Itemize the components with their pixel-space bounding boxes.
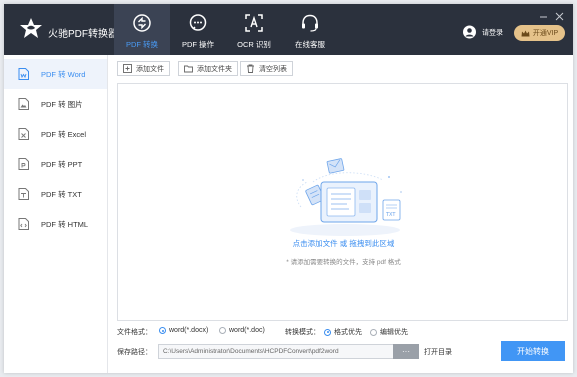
file-format-label: 文件格式：: [117, 329, 152, 336]
title-bar: 火驰PDF转换器 PDF 转换 PDF 操作 OCR 识别 在线客服 请登录 开…: [4, 4, 573, 55]
mode-radio-edit-first[interactable]: 编辑优先: [370, 327, 408, 337]
nav-tab-label: PDF 转换: [125, 40, 159, 49]
login-label: 请登录: [482, 29, 503, 36]
sidebar-item-label: PDF 转 PPT: [41, 159, 83, 169]
convert-icon: [133, 14, 151, 32]
sidebar-item-pdf-to-html[interactable]: PDF 转 HTML: [4, 209, 107, 239]
sidebar-item-label: PDF 转 Excel: [41, 129, 87, 139]
format-radio-docx[interactable]: word(*.docx): [159, 327, 208, 334]
radio-label: word(*.doc): [229, 327, 265, 334]
drop-zone-hint: * 请添加需要转换的文件，支持 pdf 格式: [286, 259, 401, 266]
mode-radio-format-first[interactable]: 格式优先: [324, 327, 362, 337]
clear-list-button[interactable]: 清空列表: [240, 61, 293, 76]
app-title: 火驰PDF转换器: [48, 29, 118, 40]
sidebar-item-label: PDF 转 TXT: [41, 189, 82, 199]
vip-button[interactable]: 开通VIP: [514, 25, 565, 41]
browse-button[interactable]: ···: [393, 344, 419, 359]
drop-zone-instruction[interactable]: 点击添加文件 或 拖拽到此区域: [118, 238, 569, 249]
minimize-icon[interactable]: [539, 12, 548, 21]
save-path-label: 保存路径：: [117, 349, 152, 356]
add-folder-button[interactable]: 添加文件夹: [178, 61, 238, 76]
chat-icon: [189, 14, 207, 31]
vip-label: 开通VIP: [532, 30, 559, 37]
convert-mode-label: 转换模式：: [285, 329, 320, 336]
sidebar-item-pdf-to-txt[interactable]: PDF 转 TXT: [4, 179, 107, 209]
nav-tab-ocr[interactable]: OCR 识别: [226, 4, 282, 55]
html-document-icon: [18, 218, 29, 230]
ppt-document-icon: [18, 158, 29, 170]
txt-badge-text: TXT: [385, 212, 396, 218]
crown-icon: [521, 30, 530, 36]
clear-list-label: 清空列表: [259, 65, 287, 73]
ocr-icon: [245, 14, 263, 32]
radio-indicator: [219, 327, 226, 334]
nav-tab-pdf-operate[interactable]: PDF 操作: [170, 4, 226, 55]
sidebar-item-label: PDF 转 HTML: [41, 219, 89, 229]
sidebar-item-label: PDF 转 Word: [41, 69, 86, 79]
login-button[interactable]: 请登录: [463, 25, 503, 39]
sidebar: PDF 转 Word PDF 转 图片 PDF 转 Excel PDF 转 PP…: [4, 55, 108, 373]
radio-indicator: [370, 328, 377, 336]
excel-document-icon: [18, 128, 29, 140]
add-file-icon: [123, 64, 132, 73]
drop-illustration-icon: TXT: [290, 158, 402, 236]
nav-tab-support[interactable]: 在线客服: [282, 4, 338, 55]
nav-tab-pdf-convert[interactable]: PDF 转换: [114, 4, 170, 55]
user-avatar-icon: [463, 25, 476, 39]
headset-icon: [302, 14, 318, 32]
sidebar-item-pdf-to-word[interactable]: PDF 转 Word: [4, 59, 107, 89]
save-path-input[interactable]: [158, 344, 394, 359]
trash-icon: [247, 64, 254, 73]
radio-label: word(*.docx): [169, 327, 209, 334]
sidebar-item-pdf-to-ppt[interactable]: PDF 转 PPT: [4, 149, 107, 179]
sidebar-item-label: PDF 转 图片: [41, 99, 83, 109]
add-folder-label: 添加文件夹: [197, 65, 232, 73]
main-nav: PDF 转换 PDF 操作 OCR 识别 在线客服: [114, 4, 338, 55]
app-logo-icon: [20, 18, 42, 38]
sidebar-item-pdf-to-excel[interactable]: PDF 转 Excel: [4, 119, 107, 149]
radio-indicator: [324, 328, 331, 336]
open-directory-link[interactable]: 打开目录: [424, 347, 452, 357]
radio-label: 格式优先: [334, 329, 362, 336]
radio-label: 编辑优先: [380, 329, 408, 336]
radio-indicator: [159, 327, 166, 334]
folder-icon: [184, 65, 193, 73]
add-file-label: 添加文件: [136, 65, 164, 73]
nav-tab-label: 在线客服: [295, 40, 325, 49]
nav-tab-label: OCR 识别: [237, 40, 271, 49]
format-radio-doc[interactable]: word(*.doc): [219, 327, 265, 334]
close-icon[interactable]: [555, 12, 564, 21]
txt-document-icon: [18, 188, 29, 200]
start-convert-button[interactable]: 开始转换: [501, 341, 565, 361]
app-window: 火驰PDF转换器 PDF 转换 PDF 操作 OCR 识别 在线客服 请登录 开…: [4, 4, 573, 373]
file-drop-zone[interactable]: TXT 点击添加文件 或 拖拽到此区域 * 请添加需要转换的文件，支持 pdf …: [117, 83, 568, 321]
sidebar-item-pdf-to-image[interactable]: PDF 转 图片: [4, 89, 107, 119]
add-file-button[interactable]: 添加文件: [117, 61, 170, 76]
word-document-icon: [18, 68, 29, 80]
image-document-icon: [18, 98, 29, 110]
nav-tab-label: PDF 操作: [181, 40, 215, 49]
